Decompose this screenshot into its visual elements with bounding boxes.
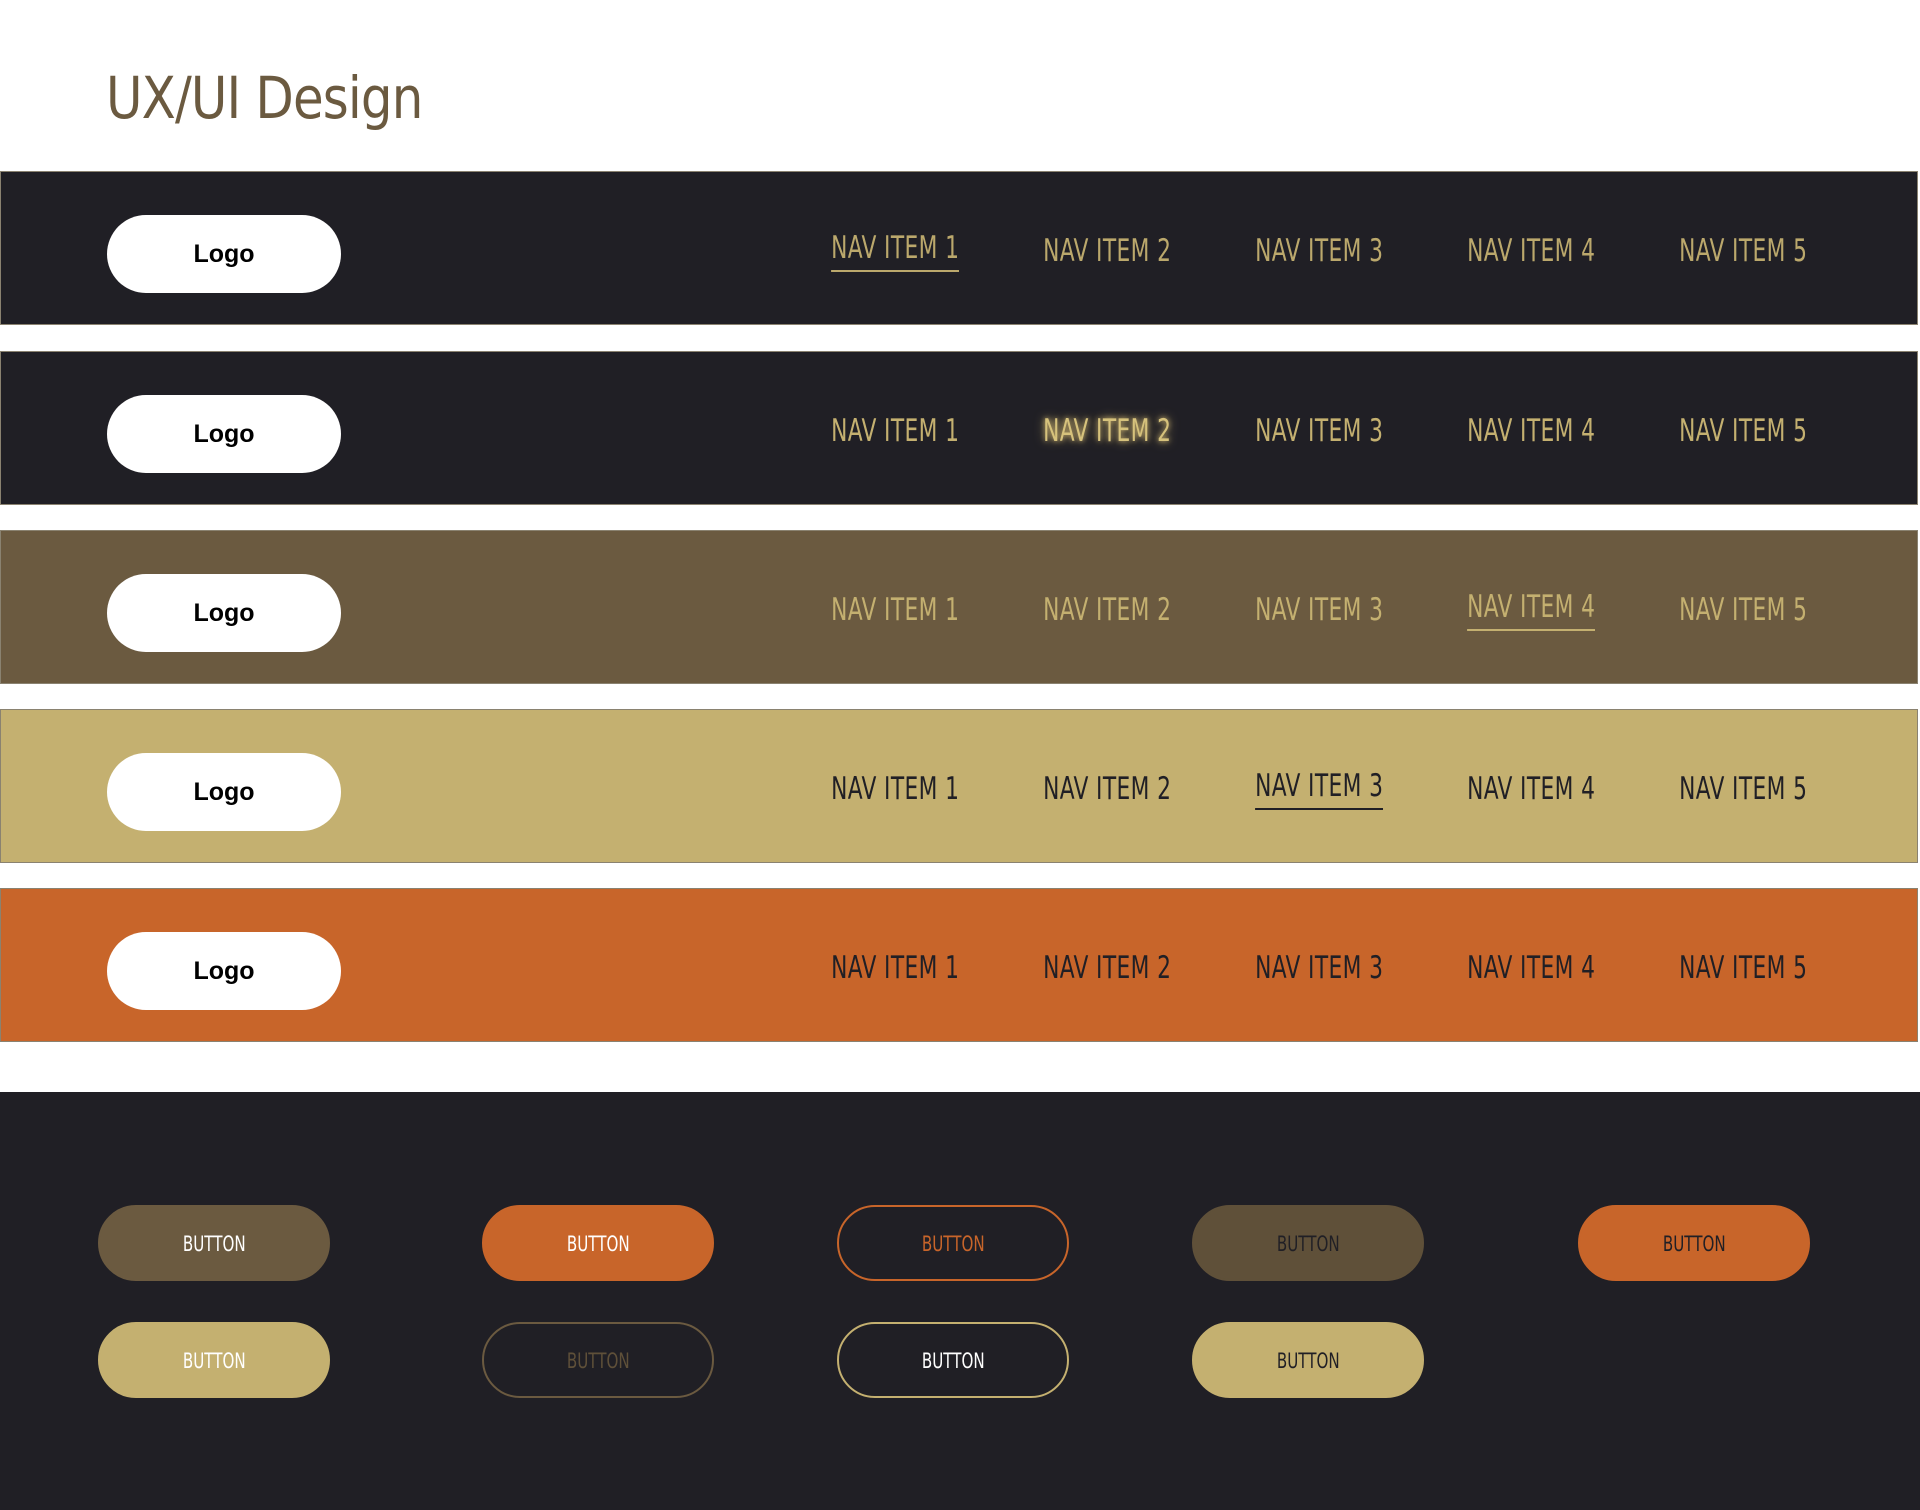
nav-item-4[interactable]: NAV ITEM 4 [1449, 352, 1611, 506]
nav-item-3[interactable]: NAV ITEM 3 [1237, 352, 1399, 506]
logo-button[interactable]: Logo [107, 215, 341, 293]
nav-item-3[interactable]: NAV ITEM 3 [1237, 710, 1399, 864]
nav-item-3[interactable]: NAV ITEM 3 [1237, 172, 1399, 326]
nav-item-5[interactable]: NAV ITEM 5 [1661, 352, 1823, 506]
nav-item-2[interactable]: NAV ITEM 2 [1025, 889, 1187, 1043]
nav-item-4[interactable]: NAV ITEM 4 [1449, 710, 1611, 864]
button-orange-filled[interactable]: BUTTON [482, 1205, 714, 1281]
nav-item-1[interactable]: NAV ITEM 1 [813, 710, 975, 864]
nav-item-5[interactable]: NAV ITEM 5 [1661, 710, 1823, 864]
button-styles-panel: BUTTON BUTTON BUTTON BUTTON BUTTON BUTTO… [0, 1092, 1920, 1510]
logo-button[interactable]: Logo [107, 395, 341, 473]
button-brown-filled[interactable]: BUTTON [98, 1205, 330, 1281]
nav-item-2[interactable]: NAV ITEM 2 [1025, 710, 1187, 864]
button-orange-dark-text[interactable]: BUTTON [1578, 1205, 1810, 1281]
nav-item-3[interactable]: NAV ITEM 3 [1237, 889, 1399, 1043]
nav-item-4[interactable]: NAV ITEM 4 [1449, 531, 1611, 685]
nav-item-2[interactable]: NAV ITEM 2 [1025, 352, 1187, 506]
button-gold-dark-text[interactable]: BUTTON [1192, 1322, 1424, 1398]
nav-item-3[interactable]: NAV ITEM 3 [1237, 531, 1399, 685]
nav-item-1[interactable]: NAV ITEM 1 [813, 531, 975, 685]
button-gold-outline[interactable]: BUTTON [837, 1322, 1069, 1398]
nav-item-2[interactable]: NAV ITEM 2 [1025, 172, 1187, 326]
nav-item-2[interactable]: NAV ITEM 2 [1025, 531, 1187, 685]
button-gold-filled[interactable]: BUTTON [98, 1322, 330, 1398]
logo-button[interactable]: Logo [107, 753, 341, 831]
nav-item-5[interactable]: NAV ITEM 5 [1661, 172, 1823, 326]
navbar-gold: Logo NAV ITEM 1 NAV ITEM 2 NAV ITEM 3 NA… [0, 709, 1918, 863]
button-brown-dark-text[interactable]: BUTTON [1192, 1205, 1424, 1281]
navbar-dark-glow: Logo NAV ITEM 1 NAV ITEM 2 NAV ITEM 3 NA… [0, 351, 1918, 505]
page-title: UX/UI Design [106, 64, 423, 132]
nav-item-5[interactable]: NAV ITEM 5 [1661, 531, 1823, 685]
nav-item-4[interactable]: NAV ITEM 4 [1449, 889, 1611, 1043]
nav-item-1[interactable]: NAV ITEM 1 [813, 352, 975, 506]
button-orange-outline[interactable]: BUTTON [837, 1205, 1069, 1281]
navbar-brown: Logo NAV ITEM 1 NAV ITEM 2 NAV ITEM 3 NA… [0, 530, 1918, 684]
nav-item-4[interactable]: NAV ITEM 4 [1449, 172, 1611, 326]
nav-item-5[interactable]: NAV ITEM 5 [1661, 889, 1823, 1043]
button-brown-outline[interactable]: BUTTON [482, 1322, 714, 1398]
navbar-orange: Logo NAV ITEM 1 NAV ITEM 2 NAV ITEM 3 NA… [0, 888, 1918, 1042]
navbar-dark-underline: Logo NAV ITEM 1 NAV ITEM 2 NAV ITEM 3 NA… [0, 171, 1918, 325]
nav-item-1[interactable]: NAV ITEM 1 [813, 172, 975, 326]
nav-item-1[interactable]: NAV ITEM 1 [813, 889, 975, 1043]
logo-button[interactable]: Logo [107, 932, 341, 1010]
logo-button[interactable]: Logo [107, 574, 341, 652]
